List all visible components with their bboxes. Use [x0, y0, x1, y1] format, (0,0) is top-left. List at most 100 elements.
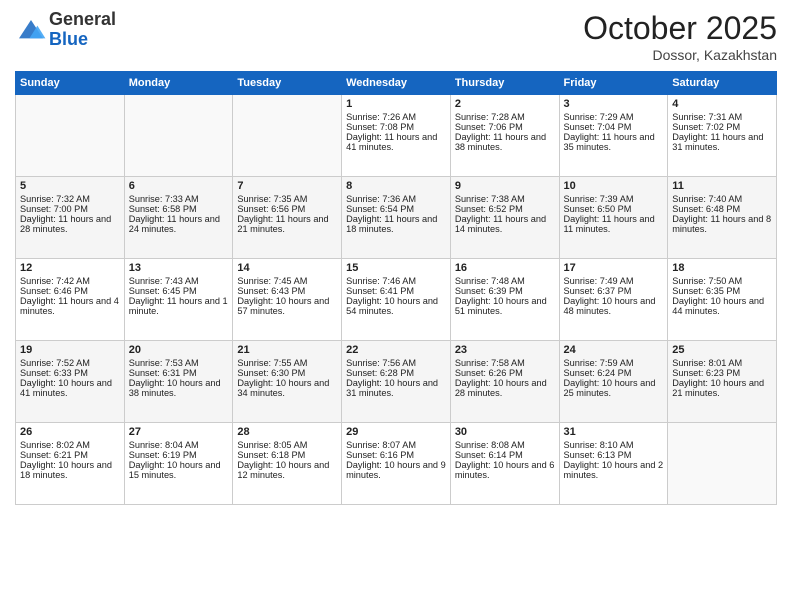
calendar-cell: 19 Sunrise: 7:52 AM Sunset: 6:33 PM Dayli… — [16, 341, 125, 423]
day-number: 24 — [564, 344, 664, 356]
day-info: Sunrise: 8:07 AM Sunset: 6:16 PM Dayligh… — [346, 440, 448, 480]
col-tuesday: Tuesday — [233, 72, 342, 95]
day-number: 17 — [564, 262, 664, 274]
calendar-cell: 2 Sunrise: 7:28 AM Sunset: 7:06 PM Daylig… — [450, 95, 559, 177]
day-info: Sunrise: 7:42 AM Sunset: 6:46 PM Dayligh… — [20, 276, 121, 316]
calendar-table: Sunday Monday Tuesday Wednesday Thursday… — [15, 71, 777, 505]
day-number: 25 — [672, 344, 772, 356]
calendar-cell: 22 Sunrise: 7:56 AM Sunset: 6:28 PM Dayli… — [342, 341, 451, 423]
day-info: Sunrise: 7:46 AM Sunset: 6:41 PM Dayligh… — [346, 276, 441, 316]
day-info: Sunrise: 7:56 AM Sunset: 6:28 PM Dayligh… — [346, 358, 441, 398]
day-number: 31 — [564, 426, 664, 438]
logo-general: General — [49, 9, 116, 29]
day-info: Sunrise: 7:49 AM Sunset: 6:37 PM Dayligh… — [564, 276, 659, 316]
calendar-cell: 15 Sunrise: 7:46 AM Sunset: 6:41 PM Dayli… — [342, 259, 451, 341]
day-info: Sunrise: 7:39 AM Sunset: 6:50 PM Dayligh… — [564, 194, 658, 234]
calendar-cell: 3Sunrise: 7:29 AM Sunset: 7:04 PM Daylig… — [559, 95, 668, 177]
col-saturday: Saturday — [668, 72, 777, 95]
calendar-cell: 5 Sunrise: 7:32 AM Sunset: 7:00 PM Daylig… — [16, 177, 125, 259]
day-number: 22 — [346, 344, 446, 356]
day-number: 21 — [237, 344, 337, 356]
day-info: Sunrise: 7:26 AM Sunset: 7:08 PM Dayligh… — [346, 112, 440, 152]
day-number: 19 — [20, 344, 120, 356]
day-number: 12 — [20, 262, 120, 274]
calendar-cell: 13 Sunrise: 7:43 AM Sunset: 6:45 PM Dayli… — [124, 259, 233, 341]
day-info: Sunrise: 7:43 AM Sunset: 6:45 PM Dayligh… — [129, 276, 230, 316]
page-header: General Blue October 2025 Dossor, Kazakh… — [15, 10, 777, 63]
day-number: 29 — [346, 426, 446, 438]
col-friday: Friday — [559, 72, 668, 95]
calendar-cell: 23 Sunrise: 7:58 AM Sunset: 6:26 PM Dayli… — [450, 341, 559, 423]
day-info: Sunrise: 7:32 AM Sunset: 7:00 PM Dayligh… — [20, 194, 114, 234]
page-container: General Blue October 2025 Dossor, Kazakh… — [0, 0, 792, 515]
calendar-row-3: 19 Sunrise: 7:52 AM Sunset: 6:33 PM Dayli… — [16, 341, 777, 423]
calendar-cell: 11Sunrise: 7:40 AM Sunset: 6:48 PM Dayli… — [668, 177, 777, 259]
calendar-cell: 20 Sunrise: 7:53 AM Sunset: 6:31 PM Dayli… — [124, 341, 233, 423]
calendar-cell: 7Sunrise: 7:35 AM Sunset: 6:56 PM Daylig… — [233, 177, 342, 259]
day-info: Sunrise: 8:05 AM Sunset: 6:18 PM Dayligh… — [237, 440, 332, 480]
day-number: 10 — [564, 180, 664, 192]
day-number: 8 — [346, 180, 446, 192]
calendar-cell — [233, 95, 342, 177]
day-number: 26 — [20, 426, 120, 438]
day-info: Sunrise: 7:53 AM Sunset: 6:31 PM Dayligh… — [129, 358, 224, 398]
day-number: 16 — [455, 262, 555, 274]
day-info: Sunrise: 7:52 AM Sunset: 6:33 PM Dayligh… — [20, 358, 115, 398]
day-info: Sunrise: 7:29 AM Sunset: 7:04 PM Dayligh… — [564, 112, 658, 152]
col-sunday: Sunday — [16, 72, 125, 95]
month-title: October 2025 — [583, 10, 777, 47]
calendar-cell — [16, 95, 125, 177]
day-number: 5 — [20, 180, 120, 192]
day-number: 30 — [455, 426, 555, 438]
day-number: 7 — [237, 180, 337, 192]
day-number: 9 — [455, 180, 555, 192]
day-info: Sunrise: 7:31 AM Sunset: 7:02 PM Dayligh… — [672, 112, 766, 152]
day-number: 2 — [455, 98, 555, 110]
day-info: Sunrise: 7:59 AM Sunset: 6:24 PM Dayligh… — [564, 358, 659, 398]
day-number: 4 — [672, 98, 772, 110]
day-info: Sunrise: 7:33 AM Sunset: 6:58 PM Dayligh… — [129, 194, 223, 234]
calendar-cell: 26 Sunrise: 8:02 AM Sunset: 6:21 PM Dayli… — [16, 423, 125, 505]
calendar-cell: 18 Sunrise: 7:50 AM Sunset: 6:35 PM Dayli… — [668, 259, 777, 341]
logo-icon — [15, 16, 47, 44]
day-number: 20 — [129, 344, 229, 356]
day-number: 13 — [129, 262, 229, 274]
day-info: Sunrise: 7:40 AM Sunset: 6:48 PM Dayligh… — [672, 194, 773, 234]
day-number: 28 — [237, 426, 337, 438]
calendar-row-2: 12 Sunrise: 7:42 AM Sunset: 6:46 PM Dayli… — [16, 259, 777, 341]
day-info: Sunrise: 7:58 AM Sunset: 6:26 PM Dayligh… — [455, 358, 550, 398]
logo: General Blue — [15, 10, 116, 50]
day-info: Sunrise: 7:45 AM Sunset: 6:43 PM Dayligh… — [237, 276, 332, 316]
calendar-cell: 1 Sunrise: 7:26 AM Sunset: 7:08 PM Daylig… — [342, 95, 451, 177]
day-number: 1 — [346, 98, 446, 110]
calendar-cell: 29 Sunrise: 8:07 AM Sunset: 6:16 PM Dayli… — [342, 423, 451, 505]
day-number: 18 — [672, 262, 772, 274]
calendar-cell — [124, 95, 233, 177]
calendar-row-1: 5 Sunrise: 7:32 AM Sunset: 7:00 PM Daylig… — [16, 177, 777, 259]
calendar-cell: 6Sunrise: 7:33 AM Sunset: 6:58 PM Daylig… — [124, 177, 233, 259]
day-info: Sunrise: 8:08 AM Sunset: 6:14 PM Dayligh… — [455, 440, 557, 480]
col-monday: Monday — [124, 72, 233, 95]
day-number: 15 — [346, 262, 446, 274]
day-info: Sunrise: 8:02 AM Sunset: 6:21 PM Dayligh… — [20, 440, 115, 480]
calendar-cell: 31 Sunrise: 8:10 AM Sunset: 6:13 PM Dayli… — [559, 423, 668, 505]
col-wednesday: Wednesday — [342, 72, 451, 95]
calendar-cell: 28 Sunrise: 8:05 AM Sunset: 6:18 PM Dayli… — [233, 423, 342, 505]
day-number: 27 — [129, 426, 229, 438]
day-info: Sunrise: 8:01 AM Sunset: 6:23 PM Dayligh… — [672, 358, 767, 398]
day-info: Sunrise: 7:28 AM Sunset: 7:06 PM Dayligh… — [455, 112, 549, 152]
calendar-cell: 21Sunrise: 7:55 AM Sunset: 6:30 PM Dayli… — [233, 341, 342, 423]
calendar-cell: 25 Sunrise: 8:01 AM Sunset: 6:23 PM Dayli… — [668, 341, 777, 423]
logo-text: General Blue — [49, 10, 116, 50]
calendar-cell: 12 Sunrise: 7:42 AM Sunset: 6:46 PM Dayli… — [16, 259, 125, 341]
day-number: 23 — [455, 344, 555, 356]
day-number: 14 — [237, 262, 337, 274]
calendar-cell: 30 Sunrise: 8:08 AM Sunset: 6:14 PM Dayli… — [450, 423, 559, 505]
day-info: Sunrise: 8:10 AM Sunset: 6:13 PM Dayligh… — [564, 440, 666, 480]
calendar-row-0: 1 Sunrise: 7:26 AM Sunset: 7:08 PM Daylig… — [16, 95, 777, 177]
header-row: Sunday Monday Tuesday Wednesday Thursday… — [16, 72, 777, 95]
day-info: Sunrise: 7:36 AM Sunset: 6:54 PM Dayligh… — [346, 194, 440, 234]
col-thursday: Thursday — [450, 72, 559, 95]
day-info: Sunrise: 7:48 AM Sunset: 6:39 PM Dayligh… — [455, 276, 550, 316]
day-info: Sunrise: 7:50 AM Sunset: 6:35 PM Dayligh… — [672, 276, 767, 316]
